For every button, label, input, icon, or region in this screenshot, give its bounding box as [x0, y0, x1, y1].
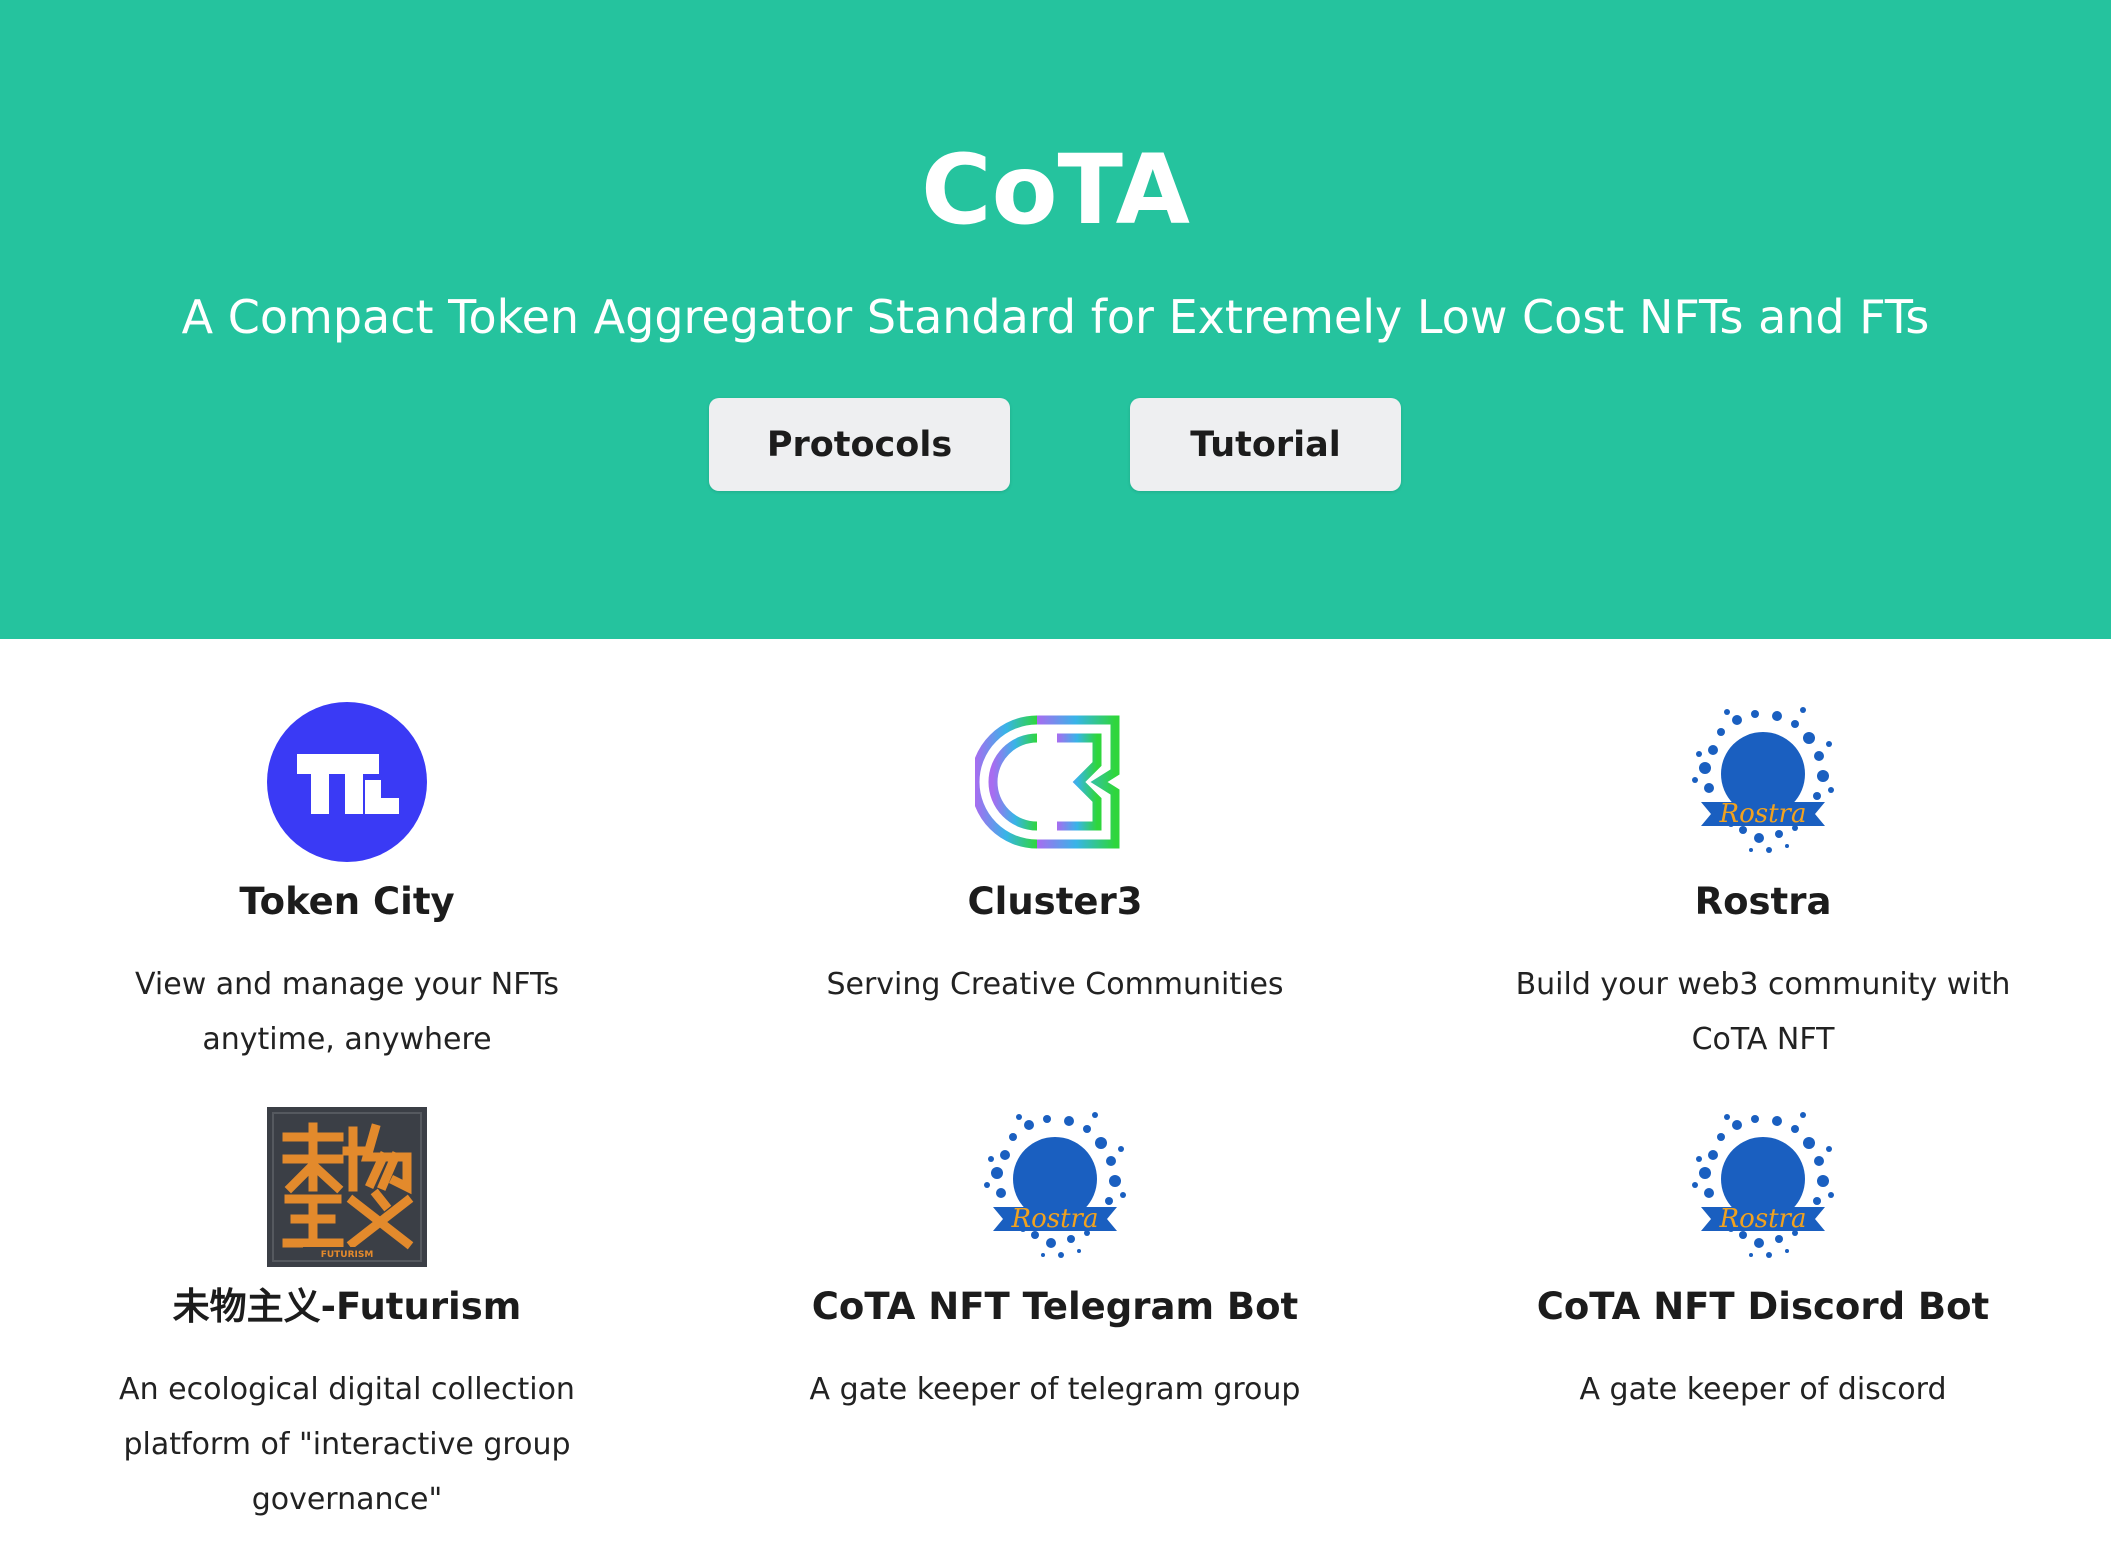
project-name[interactable]: CoTA NFT Discord Bot [1453, 1279, 2073, 1335]
tutorial-button-label: Tutorial [1190, 424, 1341, 465]
svg-text:FUTURISM: FUTURISM [321, 1250, 374, 1260]
project-name[interactable]: 未物主义-Futurism [37, 1279, 657, 1335]
protocols-button[interactable]: Protocols [709, 398, 1010, 491]
rostra-logo-icon: Rostra [984, 1112, 1126, 1258]
rostra-logo-icon: Rostra [1692, 1112, 1834, 1258]
project-name[interactable]: Cluster3 [745, 874, 1365, 930]
project-description: Serving Creative Communities [826, 967, 1284, 1002]
hero-banner: CoTA A Compact Token Aggregator Standard… [0, 0, 2111, 639]
svg-text:Rostra: Rostra [1011, 1204, 1099, 1234]
rostra-logo-icon: Rostra [1692, 707, 1834, 853]
project-description: A gate keeper of telegram group [809, 1372, 1301, 1407]
project-description: A gate keeper of discord [1579, 1372, 1947, 1407]
project-name[interactable]: Token City [37, 874, 657, 930]
project-description: Build your web3 community with CoTA NFT [1515, 967, 2011, 1057]
page-title: CoTA [921, 134, 1190, 246]
project-name[interactable]: CoTA NFT Telegram Bot [745, 1279, 1365, 1335]
hero-subtitle: A Compact Token Aggregator Standard for … [181, 290, 1930, 344]
svg-text:Rostra: Rostra [1719, 799, 1807, 829]
token-city-logo-icon [267, 702, 427, 862]
futurism-logo-icon: FUTURISM [267, 1107, 427, 1267]
protocols-button-label: Protocols [766, 424, 953, 465]
svg-text:Rostra: Rostra [1719, 1204, 1807, 1234]
cluster3-logo-icon [975, 715, 1120, 849]
tutorial-button[interactable]: Tutorial [1130, 398, 1401, 491]
project-name[interactable]: Rostra [1453, 874, 2073, 930]
project-description: View and manage your NFTs anytime, anywh… [135, 967, 559, 1057]
project-description: An ecological digital collection platfor… [119, 1372, 575, 1517]
